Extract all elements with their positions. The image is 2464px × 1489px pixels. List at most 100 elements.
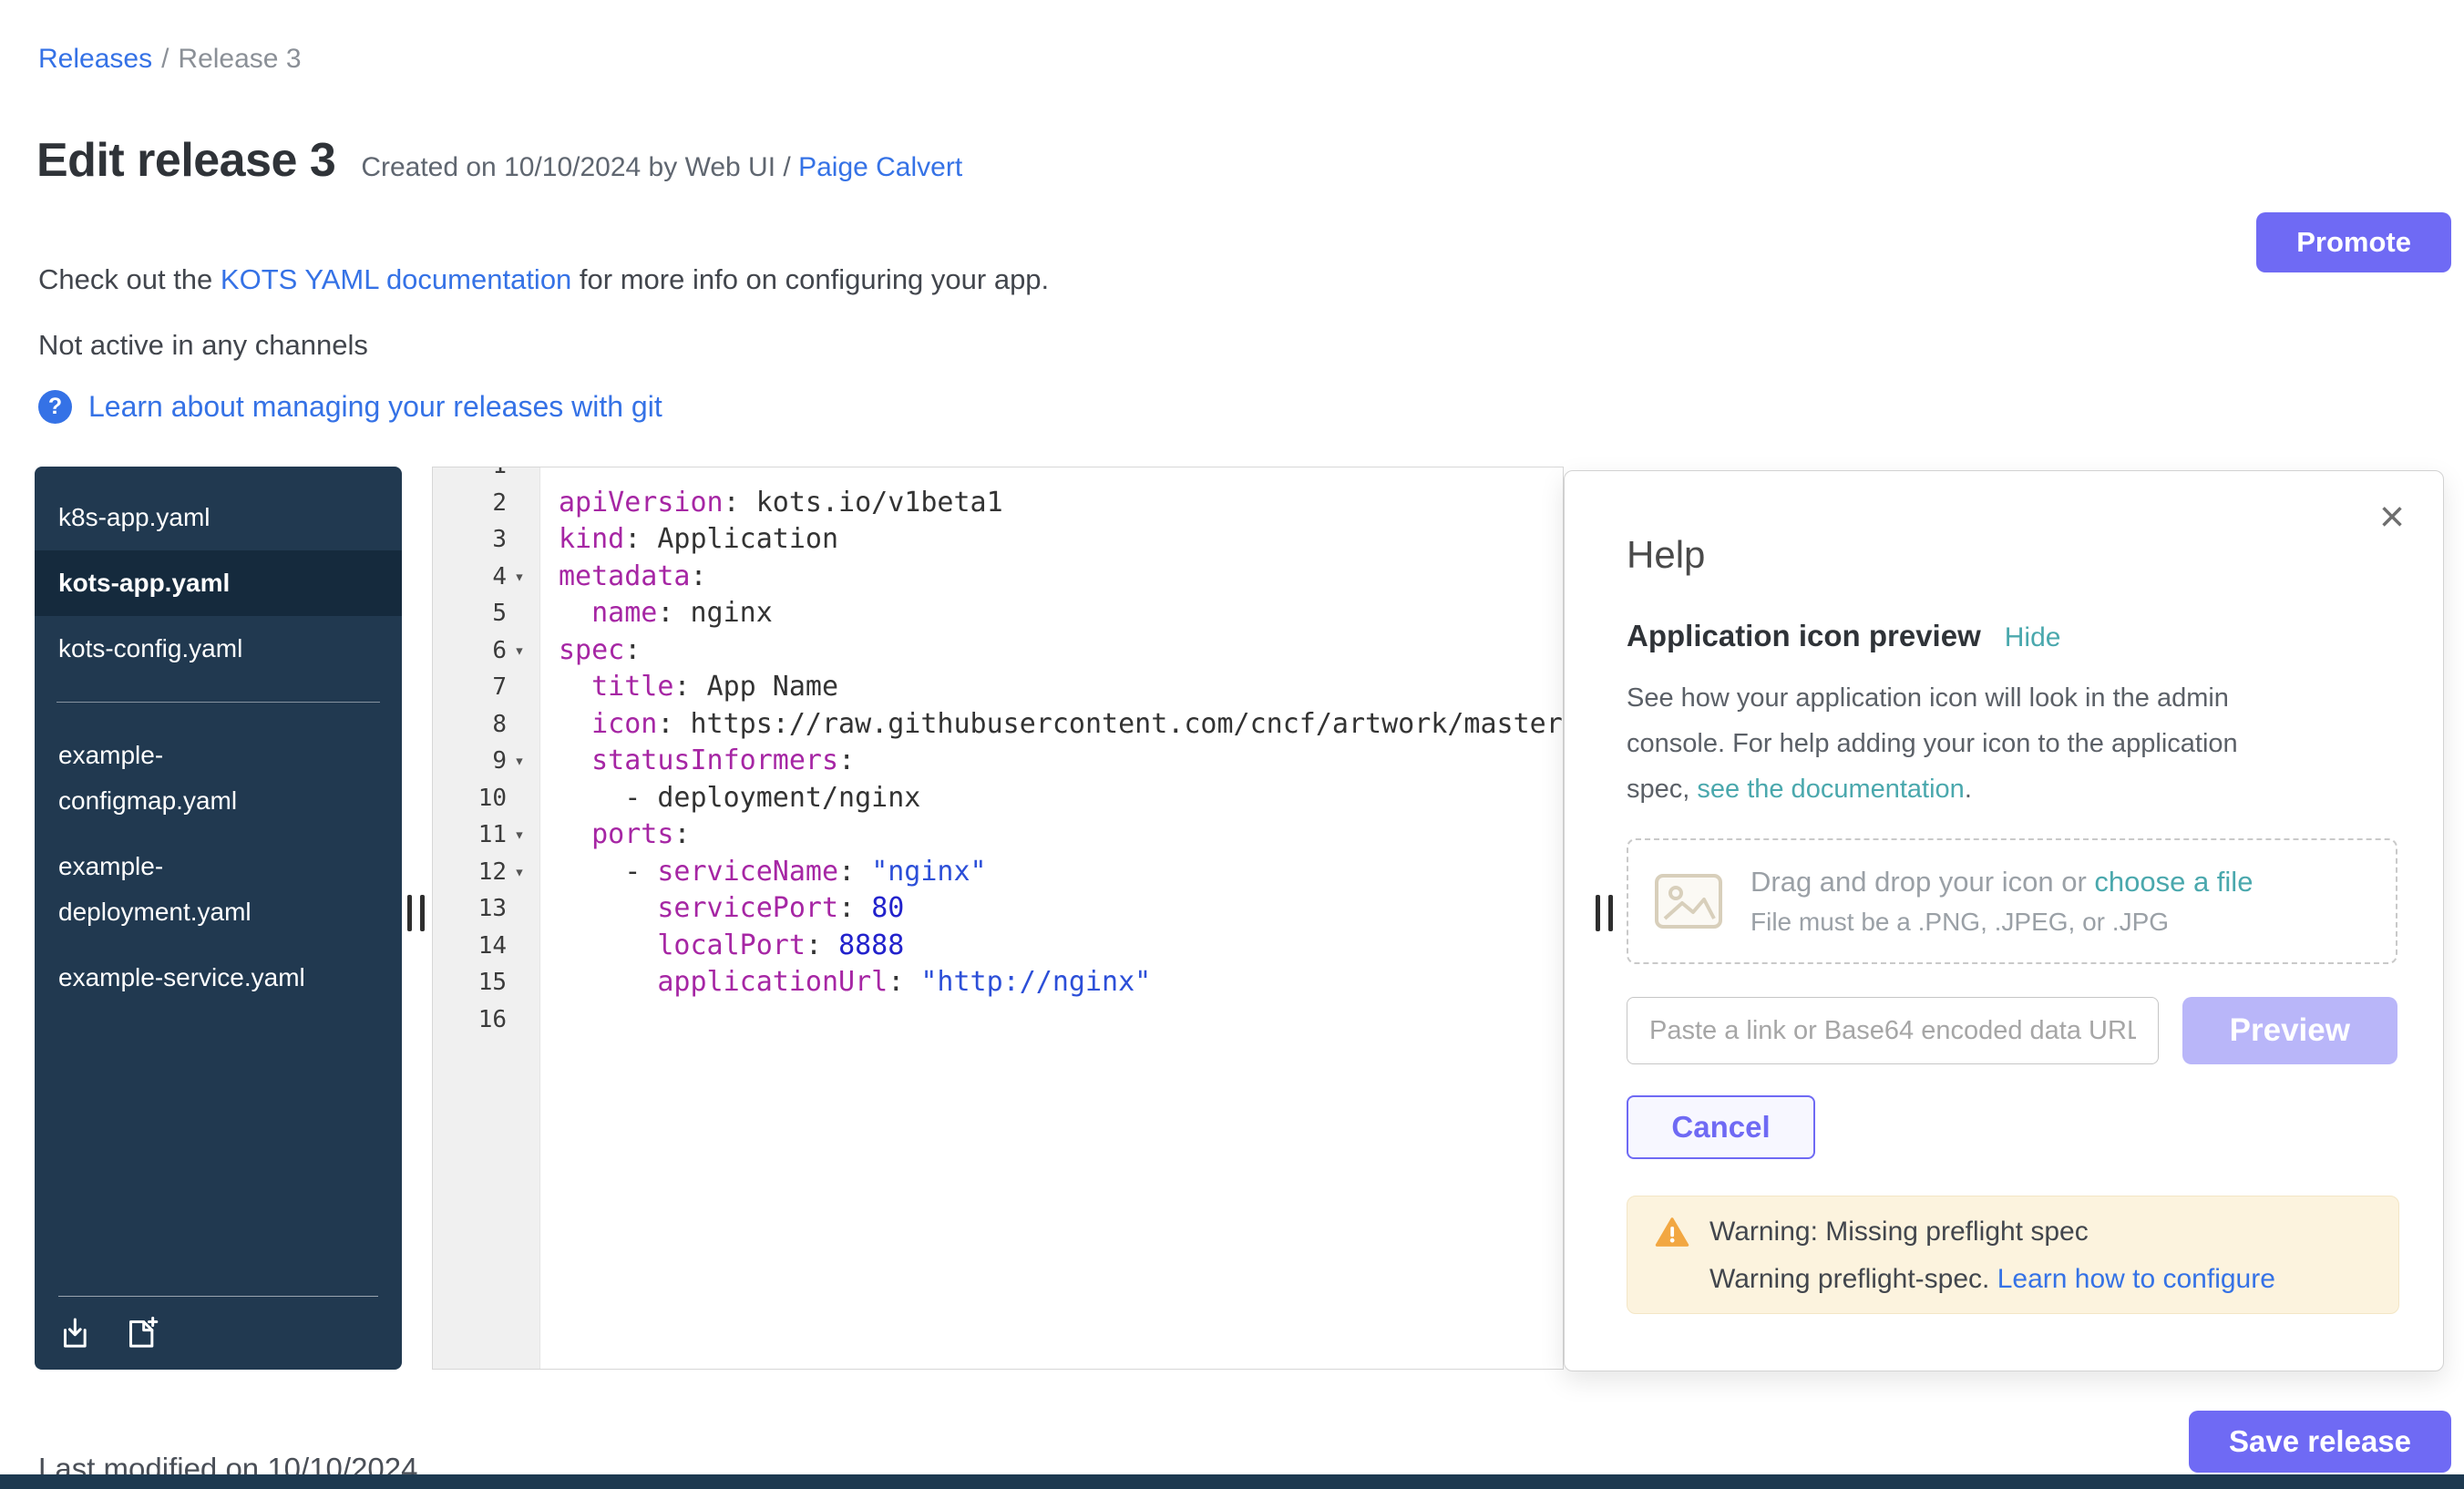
- breadcrumb: Releases / Release 3: [38, 44, 302, 75]
- gutter-line: 1: [433, 467, 539, 485]
- code-line[interactable]: - deployment/nginx: [559, 780, 1563, 817]
- code-line[interactable]: - serviceName: "nginx": [559, 854, 1563, 891]
- panel-resize-handle-right[interactable]: [1596, 895, 1613, 931]
- code-line[interactable]: kind: Application: [559, 521, 1563, 559]
- close-icon[interactable]: ×: [2374, 495, 2410, 540]
- new-file-button[interactable]: [124, 1315, 160, 1351]
- code-line[interactable]: [559, 1001, 1563, 1039]
- icon-preview-title: Application icon preview: [1627, 619, 1981, 653]
- fold-arrow-icon[interactable]: ▾: [507, 862, 532, 882]
- fold-arrow-icon[interactable]: ▾: [507, 641, 532, 661]
- code-line[interactable]: ports:: [559, 816, 1563, 854]
- file-sidebar: k8s-app.yamlkots-app.yamlkots-config.yam…: [35, 467, 402, 1370]
- git-help-row: ? Learn about managing your releases wit…: [38, 390, 662, 424]
- sidebar-file-item[interactable]: example-deployment.yaml: [35, 834, 402, 945]
- code-line[interactable]: servicePort: 80: [559, 890, 1563, 928]
- warning-detail-text: Warning preflight-spec.: [1709, 1264, 1997, 1294]
- fold-arrow-icon[interactable]: ▾: [507, 567, 532, 587]
- editor-code[interactable]: ---apiVersion: kots.io/v1beta1kind: Appl…: [540, 467, 1563, 1369]
- icon-preview-description: See how your application icon will look …: [1627, 675, 2308, 812]
- sidebar-divider: [56, 702, 380, 703]
- preflight-warning-box: Warning: Missing preflight spec Warning …: [1627, 1196, 2399, 1314]
- sidebar-file-item[interactable]: example-configmap.yaml: [35, 723, 402, 834]
- code-line[interactable]: statusInformers:: [559, 743, 1563, 780]
- cancel-button[interactable]: Cancel: [1627, 1095, 1815, 1159]
- code-line[interactable]: apiVersion: kots.io/v1beta1: [559, 485, 1563, 522]
- git-help-link[interactable]: Learn about managing your releases with …: [88, 390, 662, 424]
- gutter-line: 13: [433, 890, 539, 928]
- sidebar-file-item[interactable]: k8s-app.yaml: [35, 485, 402, 550]
- gutter-line: 14: [433, 928, 539, 965]
- code-line[interactable]: name: nginx: [559, 595, 1563, 632]
- code-line[interactable]: applicationUrl: "http://nginx": [559, 964, 1563, 1001]
- title-row: Edit release 3 Created on 10/10/2024 by …: [36, 133, 962, 188]
- file-group: k8s-app.yamlkots-app.yamlkots-config.yam…: [35, 467, 402, 682]
- warning-row-detail: Warning preflight-spec. Learn how to con…: [1709, 1264, 2371, 1295]
- gutter-line: 15: [433, 964, 539, 1001]
- docs-post: for more info on configuring your app.: [571, 263, 1049, 295]
- upload-file-button[interactable]: [58, 1315, 95, 1351]
- description-period: .: [1965, 775, 1972, 804]
- gutter-line: 7: [433, 669, 539, 706]
- dropzone-text: Drag and drop your icon or choose a file…: [1750, 866, 2253, 937]
- configure-preflight-link[interactable]: Learn how to configure: [1997, 1264, 2275, 1294]
- resize-bar: [1608, 895, 1613, 931]
- release-editor-page: Releases / Release 3 Edit release 3 Create…: [0, 0, 2464, 1489]
- file-group: example-configmap.yamlexample-deployment…: [35, 723, 402, 1011]
- code-editor[interactable]: 1234▾56▾789▾1011▾12▾13141516 ---apiVersi…: [432, 467, 1564, 1370]
- code-line[interactable]: title: App Name: [559, 669, 1563, 706]
- icon-url-input[interactable]: [1627, 997, 2159, 1064]
- editor-gutter-lines: 1234▾56▾789▾1011▾12▾13141516: [433, 467, 539, 1038]
- see-documentation-link[interactable]: see the documentation: [1697, 775, 1964, 804]
- resize-bar: [407, 895, 412, 931]
- created-text: Created on 10/10/2024 by Web UI /: [361, 152, 790, 182]
- hide-link[interactable]: Hide: [2005, 622, 2061, 653]
- page-title: Edit release 3: [36, 133, 335, 188]
- code-line[interactable]: localPort: 8888: [559, 928, 1563, 965]
- breadcrumb-separator: /: [161, 44, 169, 74]
- choose-file-link[interactable]: choose a file: [2094, 866, 2253, 898]
- docs-pre: Check out the: [38, 263, 221, 295]
- warning-title: Warning: Missing preflight spec: [1709, 1217, 2089, 1248]
- help-panel: × Help Application icon preview Hide See…: [1564, 470, 2444, 1371]
- bottom-strip: [0, 1474, 2464, 1489]
- upload-file-icon: [58, 1315, 95, 1351]
- dropzone-line1-text: Drag and drop your icon or: [1750, 866, 2094, 898]
- gutter-line: 16: [433, 1001, 539, 1039]
- code-line[interactable]: icon: https://raw.githubusercontent.com/…: [559, 706, 1563, 744]
- editor-code-lines: ---apiVersion: kots.io/v1beta1kind: Appl…: [559, 467, 1563, 1038]
- code-line[interactable]: ---: [559, 467, 1563, 485]
- sidebar-file-item[interactable]: kots-app.yaml: [35, 550, 402, 616]
- gutter-line: 6▾: [433, 632, 539, 670]
- code-line[interactable]: spec:: [559, 632, 1563, 670]
- sidebar-file-item[interactable]: example-service.yaml: [35, 945, 402, 1011]
- warning-icon: [1655, 1217, 1689, 1248]
- gutter-line: 4▾: [433, 559, 539, 596]
- gutter-line: 2: [433, 485, 539, 522]
- channel-status: Not active in any channels: [38, 329, 368, 362]
- save-release-button[interactable]: Save release: [2189, 1411, 2451, 1473]
- warning-row-title: Warning: Missing preflight spec: [1655, 1217, 2371, 1248]
- docs-line: Check out the KOTS YAML documentation fo…: [38, 263, 1049, 296]
- kots-yaml-docs-link[interactable]: KOTS YAML documentation: [221, 263, 571, 295]
- resize-bar: [1596, 895, 1600, 931]
- promote-button[interactable]: Promote: [2256, 212, 2451, 272]
- created-info: Created on 10/10/2024 by Web UI / Paige …: [361, 152, 962, 183]
- breadcrumb-current: Release 3: [178, 44, 301, 74]
- gutter-line: 11▾: [433, 816, 539, 854]
- icon-url-row: Preview: [1627, 997, 2397, 1064]
- sidebar-file-item[interactable]: kots-config.yaml: [35, 616, 402, 682]
- gutter-line: 3: [433, 521, 539, 559]
- gutter-line: 9▾: [433, 743, 539, 780]
- panel-resize-handle-left[interactable]: [407, 895, 425, 931]
- image-placeholder-icon: [1654, 873, 1723, 929]
- breadcrumb-releases-link[interactable]: Releases: [38, 44, 152, 74]
- icon-dropzone[interactable]: Drag and drop your icon or choose a file…: [1627, 838, 2397, 964]
- fold-arrow-icon[interactable]: ▾: [507, 825, 532, 845]
- gutter-line: 10: [433, 780, 539, 817]
- created-author-link[interactable]: Paige Calvert: [798, 152, 962, 182]
- dropzone-line1: Drag and drop your icon or choose a file: [1750, 866, 2253, 899]
- fold-arrow-icon[interactable]: ▾: [507, 751, 532, 771]
- code-line[interactable]: metadata:: [559, 559, 1563, 596]
- preview-button[interactable]: Preview: [2182, 997, 2397, 1064]
